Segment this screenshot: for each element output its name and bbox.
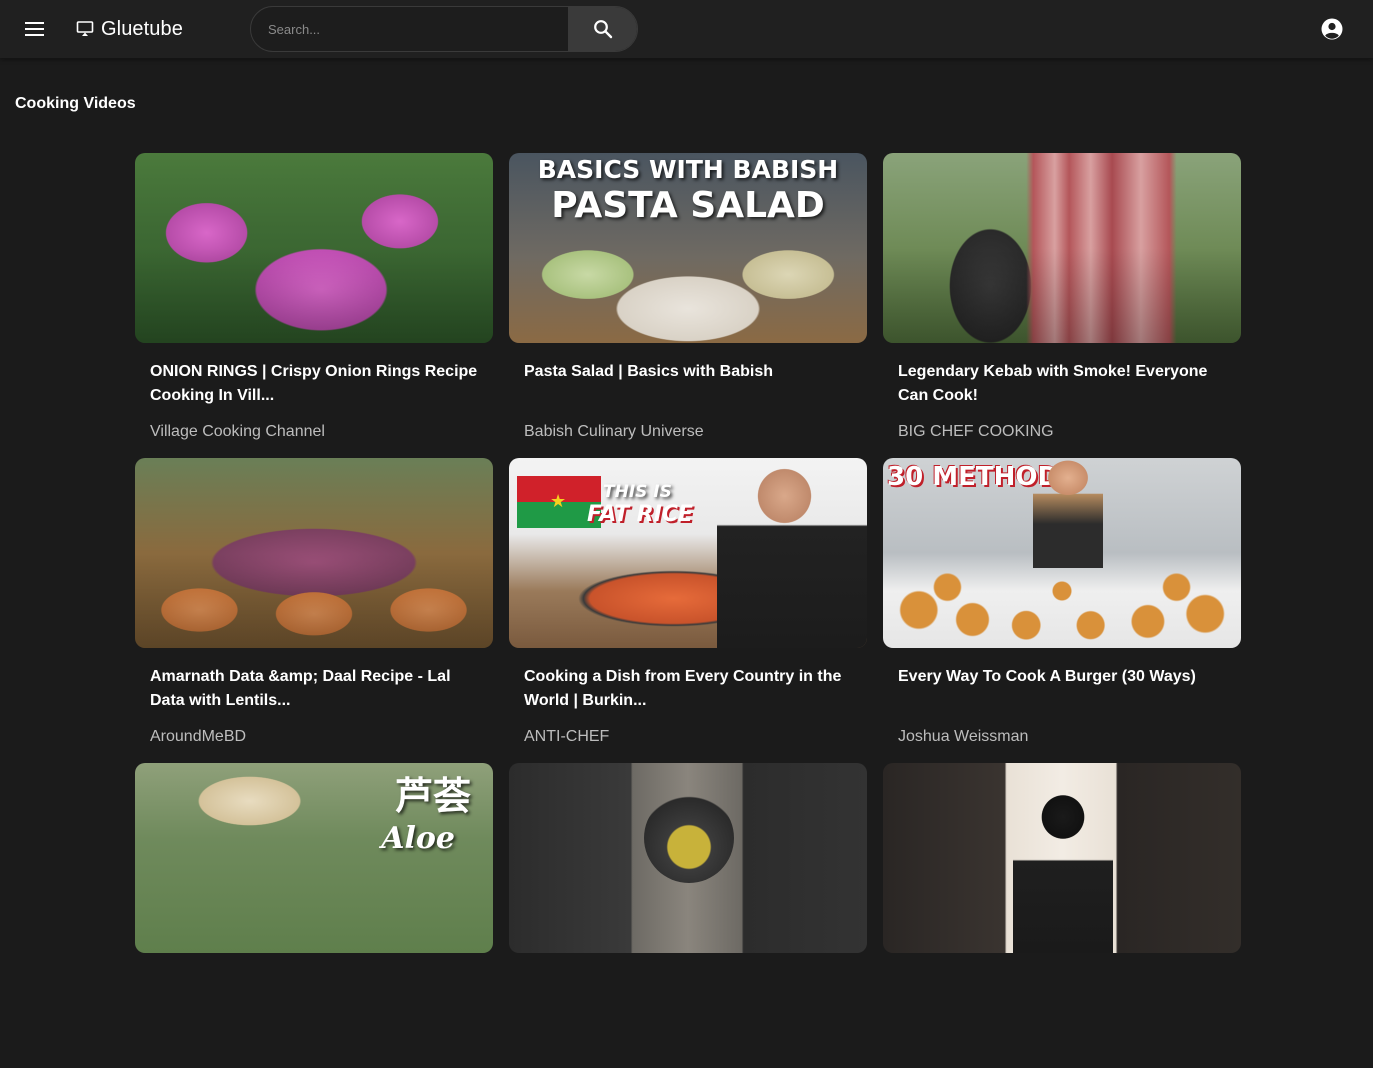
channel-name[interactable]: AroundMeBD	[150, 727, 478, 747]
video-title[interactable]	[898, 970, 1226, 1018]
video-thumbnail[interactable]: 30 METHODS	[883, 458, 1241, 648]
video-title[interactable]	[524, 970, 852, 1018]
thumbnail-caption: 芦荟	[394, 773, 471, 818]
video-title[interactable]: Amarnath Data &amp; Daal Recipe - Lal Da…	[150, 665, 478, 713]
monitor-icon	[76, 21, 94, 36]
channel-name[interactable]: ANTI-CHEF	[524, 727, 852, 747]
thumbnail-caption: THIS IS	[603, 482, 672, 502]
video-thumbnail[interactable]: ★ THIS IS FAT RICE	[509, 458, 867, 648]
video-title[interactable]: ONION RINGS | Crispy Onion Rings Recipe …	[150, 360, 478, 408]
section-title: Cooking Videos	[15, 95, 136, 112]
pot-graphic	[644, 793, 734, 883]
video-thumbnail[interactable]	[509, 763, 867, 953]
video-card[interactable]: Amarnath Data &amp; Daal Recipe - Lal Da…	[135, 458, 493, 763]
channel-name[interactable]: Babish Culinary Universe	[524, 422, 852, 442]
top-navigation-bar: Gluetube	[0, 0, 1373, 58]
search-input[interactable]	[251, 7, 568, 51]
thumbnail-caption: Aloe	[381, 821, 455, 856]
hamburger-menu-icon[interactable]	[22, 16, 48, 42]
channel-name[interactable]: BIG CHEF COOKING	[898, 422, 1226, 442]
presenter-figure	[717, 458, 867, 648]
app-name: Gluetube	[101, 17, 183, 40]
thumbnail-caption: BASICS WITH BABISH	[537, 155, 839, 184]
brand-logo[interactable]: Gluetube	[76, 16, 183, 42]
channel-name[interactable]: Village Cooking Channel	[150, 422, 478, 442]
thumbnail-caption: PASTA SALAD	[551, 185, 825, 226]
video-thumbnail[interactable]: 芦荟 Aloe	[135, 763, 493, 953]
video-card[interactable]: Legendary Kebab with Smoke! Everyone Can…	[883, 153, 1241, 458]
search-icon	[594, 20, 613, 39]
video-title[interactable]	[150, 970, 478, 1018]
video-card[interactable]: 芦荟 Aloe	[135, 763, 493, 1068]
video-card[interactable]: ★ THIS IS FAT RICE Cooking a Dish from E…	[509, 458, 867, 763]
channel-name[interactable]: Joshua Weissman	[898, 727, 1226, 747]
video-thumbnail[interactable]	[135, 153, 493, 343]
account-avatar-icon[interactable]	[1320, 17, 1344, 41]
video-card[interactable]: 30 METHODS Every Way To Cook A Burger (3…	[883, 458, 1241, 763]
video-title[interactable]: Legendary Kebab with Smoke! Everyone Can…	[898, 360, 1226, 408]
presenter-figure	[1033, 458, 1103, 568]
video-card[interactable]	[883, 763, 1241, 1068]
video-card[interactable]	[509, 763, 867, 1068]
video-title[interactable]: Cooking a Dish from Every Country in the…	[524, 665, 852, 713]
thumbnail-caption: FAT RICE	[587, 502, 694, 527]
video-title[interactable]: Pasta Salad | Basics with Babish	[524, 360, 852, 408]
video-thumbnail[interactable]	[135, 458, 493, 648]
presenter-figure	[1013, 783, 1113, 953]
video-thumbnail[interactable]	[883, 763, 1241, 953]
search-button[interactable]	[568, 7, 637, 51]
video-title[interactable]: Every Way To Cook A Burger (30 Ways)	[898, 665, 1226, 713]
video-thumbnail[interactable]: BASICS WITH BABISH PASTA SALAD	[509, 153, 867, 343]
video-card[interactable]: BASICS WITH BABISH PASTA SALAD Pasta Sal…	[509, 153, 867, 458]
video-thumbnail[interactable]	[883, 153, 1241, 343]
video-grid: ONION RINGS | Crispy Onion Rings Recipe …	[135, 153, 1241, 1068]
search-bar	[250, 6, 638, 52]
video-card[interactable]: ONION RINGS | Crispy Onion Rings Recipe …	[135, 153, 493, 458]
